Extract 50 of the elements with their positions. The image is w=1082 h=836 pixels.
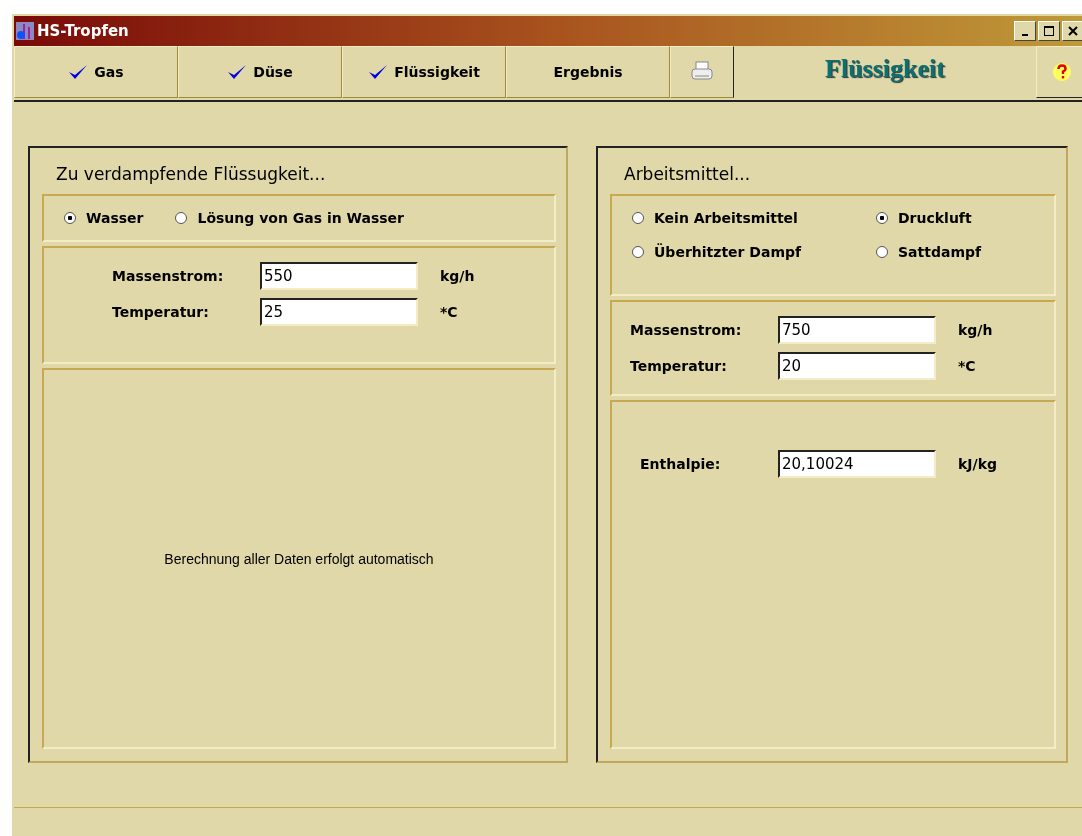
unit-label: *C — [440, 304, 458, 320]
radio-option[interactable]: Kein Arbeitsmittel — [632, 210, 876, 226]
tab[interactable]: Gas — [14, 46, 178, 98]
close-icon — [1068, 26, 1078, 36]
info-text: Berechnung aller Daten erfolgt automatisch — [164, 550, 434, 567]
field-label: Massenstrom: — [112, 268, 225, 284]
tab[interactable]: Flüssigkeit — [342, 46, 506, 98]
input-field[interactable]: 20 — [778, 352, 936, 380]
printer-icon — [690, 61, 714, 83]
maximize-button[interactable] — [1038, 21, 1060, 41]
field-label: Massenstrom: — [630, 322, 743, 338]
unit-label: kg/h — [440, 268, 475, 284]
app-icon — [16, 22, 34, 40]
input-field[interactable]: 750 — [778, 316, 936, 344]
radio-button[interactable] — [632, 246, 644, 258]
radio-option[interactable]: Druckluft — [876, 210, 1034, 226]
radio-option[interactable]: Lösung von Gas in Wasser — [175, 210, 404, 226]
radio-button[interactable] — [876, 246, 888, 258]
window-title: HS-Tropfen — [37, 22, 129, 40]
radio-option[interactable]: Überhitzter Dampf — [632, 244, 876, 260]
unit-label: *C — [958, 358, 976, 374]
field-label: Temperatur: — [630, 358, 728, 374]
help-icon — [1052, 62, 1072, 82]
page-heading: Flüssigkeit — [824, 53, 946, 85]
print-button[interactable] — [670, 46, 734, 98]
panel-title: Zu verdampfende Flüssugkeit... — [55, 163, 327, 186]
radio-button[interactable] — [175, 212, 188, 224]
close-button[interactable] — [1062, 21, 1082, 41]
unit-label: kJ/kg — [958, 456, 997, 472]
maximize-icon — [1044, 26, 1054, 36]
unit-label: kg/h — [958, 322, 993, 338]
radio-button[interactable] — [632, 212, 644, 224]
field-label: Temperatur: — [112, 304, 210, 320]
radio-button[interactable] — [64, 212, 76, 224]
radio-option[interactable]: Sattdampf — [876, 244, 1034, 260]
help-button[interactable] — [1036, 46, 1082, 98]
radio-button[interactable] — [876, 212, 888, 224]
panel-title: Arbeitsmittel... — [623, 163, 752, 186]
minimize-button[interactable] — [1014, 21, 1036, 41]
input-field[interactable]: 25 — [260, 298, 418, 326]
tab[interactable]: Düse — [178, 46, 342, 98]
field-label: Enthalpie: — [640, 456, 722, 472]
checkmark-icon — [368, 63, 389, 81]
input-field[interactable]: 550 — [260, 262, 418, 290]
tab[interactable]: Ergebnis — [506, 46, 670, 98]
checkmark-icon — [227, 63, 248, 81]
input-field[interactable]: 20,10024 — [778, 450, 936, 478]
radio-option[interactable]: Wasser — [64, 210, 144, 226]
checkmark-icon — [68, 63, 89, 81]
minimize-icon — [1022, 34, 1028, 36]
